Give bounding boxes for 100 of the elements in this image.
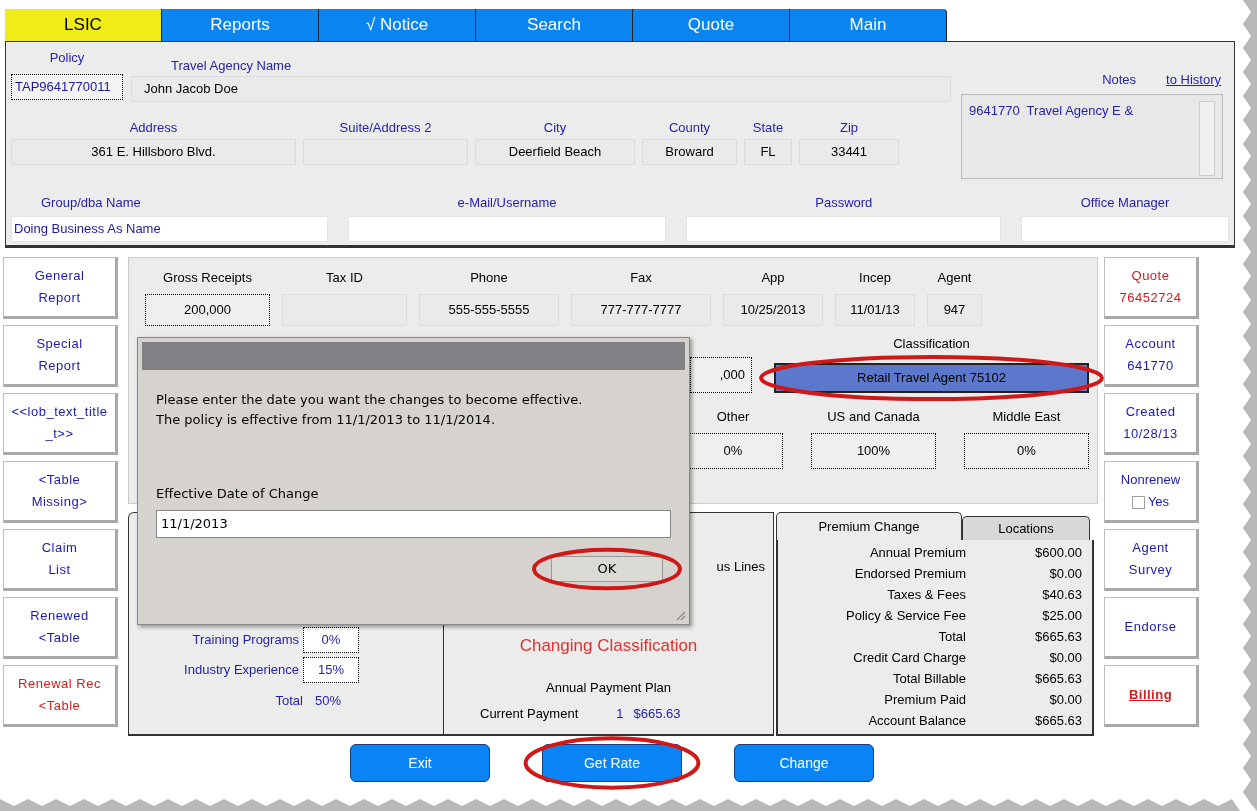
tab[interactable]: Reports: [162, 9, 319, 41]
field-label: Other: [716, 408, 750, 426]
nav-label: Endorse: [1124, 618, 1177, 636]
premium-value: $25.00: [1041, 606, 1082, 625]
nav-label: Agent: [1132, 539, 1169, 557]
date-field[interactable]: 11/1/2013: [156, 509, 671, 538]
rating-label: Training Programs: [192, 631, 299, 650]
tab[interactable]: √ Notice: [319, 9, 476, 41]
field-label: Tax ID: [326, 269, 363, 287]
text-field[interactable]: 555-555-5555: [419, 293, 559, 326]
billing-button[interactable]: Billing: [1104, 665, 1199, 727]
field-label: State: [752, 118, 784, 137]
action-button[interactable]: Change: [734, 744, 874, 782]
premium-value: $0.00: [1048, 648, 1082, 667]
text-field[interactable]: John Jacob Doe: [131, 75, 951, 102]
text-field[interactable]: 33441: [799, 139, 899, 165]
text-field[interactable]: Deerfield Beach: [475, 139, 635, 165]
premium-label: Annual Premium: [868, 543, 966, 562]
premium-value: $0.00: [1048, 690, 1082, 709]
premium-value: $600.00: [1034, 543, 1082, 562]
nav-label: Special: [36, 335, 83, 353]
nav-button[interactable]: Claim List: [3, 529, 118, 591]
scrollbar[interactable]: [1199, 100, 1215, 176]
nav-label: Renewal Rec: [18, 675, 101, 693]
checkbox-label: Yes: [1147, 493, 1170, 511]
nav-label: 641770: [1127, 357, 1174, 375]
field-label: City: [543, 118, 567, 137]
field-label: US and Canada: [827, 408, 920, 426]
nav-label: Survey: [1128, 561, 1173, 579]
notes-label: Notes: [1102, 71, 1137, 89]
nav-button[interactable]: Created 10/28/13: [1104, 393, 1199, 455]
text-field[interactable]: ,000: [690, 357, 752, 393]
field-label: e-Mail/Username: [457, 193, 557, 212]
nav-label: Account: [1125, 335, 1176, 353]
rating-field[interactable]: 0%: [303, 627, 359, 653]
text-field[interactable]: Broward: [642, 139, 737, 165]
panel-tab[interactable]: Locations: [962, 516, 1090, 540]
field-label: Incep: [859, 269, 891, 287]
nav-button[interactable]: Special Report: [3, 325, 118, 387]
nav-button[interactable]: <<lob_text_title _t>>: [3, 393, 118, 455]
payment-number: 1: [616, 704, 624, 723]
text-field[interactable]: TAP9641770011: [11, 73, 123, 100]
field-label: Zip: [839, 118, 859, 137]
text-field[interactable]: 100%: [811, 432, 936, 469]
premium-value: $665.63: [1034, 669, 1082, 688]
text-field[interactable]: [686, 216, 1002, 242]
rating-field[interactable]: 15%: [303, 657, 359, 683]
nav-label: <Table: [38, 471, 81, 489]
text-field[interactable]: 777-777-7777: [571, 293, 711, 326]
classification-field[interactable]: Retail Travel Agent 75102: [774, 363, 1089, 393]
field-label: Gross Receipts: [163, 269, 252, 287]
nav-label: Quote: [1131, 267, 1170, 285]
nav-label: Report: [38, 357, 81, 375]
nonrenew-panel[interactable]: Nonrenew Yes: [1104, 461, 1199, 523]
history-link[interactable]: to History: [1166, 70, 1221, 90]
text-field[interactable]: 947: [927, 293, 982, 326]
field-label: Travel Agency Name: [170, 57, 293, 75]
premium-label: Policy & Service Fee: [845, 606, 966, 625]
text-field[interactable]: [1021, 216, 1229, 242]
tab[interactable]: LSIC: [5, 9, 162, 41]
tab[interactable]: Quote: [633, 9, 790, 41]
tab[interactable]: Search: [476, 9, 633, 41]
text-field[interactable]: [347, 216, 667, 242]
premium-label: Endorsed Premium: [853, 564, 966, 583]
nav-button[interactable]: Endorse: [1104, 597, 1199, 659]
rating-total: 50%: [314, 692, 341, 710]
text-field[interactable]: Doing Business As Name: [11, 216, 328, 242]
action-button[interactable]: Exit: [350, 744, 490, 782]
text-field[interactable]: 200,000: [145, 293, 270, 326]
nav-label: 76452724: [1119, 289, 1182, 307]
nav-button[interactable]: <Table Missing>: [3, 461, 118, 523]
premium-label: Total: [937, 627, 966, 646]
nav-button[interactable]: General Report: [3, 257, 118, 319]
premium-value: $0.00: [1048, 564, 1082, 583]
text-field[interactable]: 0%: [964, 432, 1089, 469]
text-field[interactable]: 11/01/13: [835, 293, 915, 326]
nav-button[interactable]: Renewed <Table: [3, 597, 118, 659]
field-label: Phone: [470, 269, 508, 287]
nav-label: <<lob_text_title: [11, 403, 108, 421]
field-label: Suite/Address 2: [339, 118, 432, 137]
nav-label: Renewed: [30, 607, 89, 625]
notes-box[interactable]: 9641770 Travel Agency E &: [961, 93, 1223, 179]
nav-button[interactable]: Account 641770: [1104, 325, 1199, 387]
text-field[interactable]: FL: [744, 139, 792, 165]
nav-button[interactable]: Quote 76452724: [1104, 257, 1199, 319]
nav-label: List: [48, 561, 71, 579]
notes-text: 9641770 Travel Agency E &: [969, 101, 1135, 120]
premium-label: Premium Paid: [883, 690, 966, 709]
nav-button[interactable]: Renewal Rec <Table: [3, 665, 118, 727]
text-field[interactable]: 361 E. Hillsboro Blvd.: [11, 139, 296, 165]
field-label: Agent: [937, 269, 972, 287]
action-button[interactable]: Get Rate: [542, 744, 682, 782]
nav-label: <Table: [38, 629, 81, 647]
panel-tab[interactable]: Premium Change: [776, 512, 962, 540]
premium-label: Credit Card Charge: [852, 648, 966, 667]
ok-button[interactable]: OK: [551, 555, 663, 582]
text-field[interactable]: 10/25/2013: [723, 293, 823, 326]
checkbox[interactable]: [1131, 495, 1145, 509]
nav-button[interactable]: Agent Survey: [1104, 529, 1199, 591]
tab[interactable]: Main: [790, 9, 947, 41]
